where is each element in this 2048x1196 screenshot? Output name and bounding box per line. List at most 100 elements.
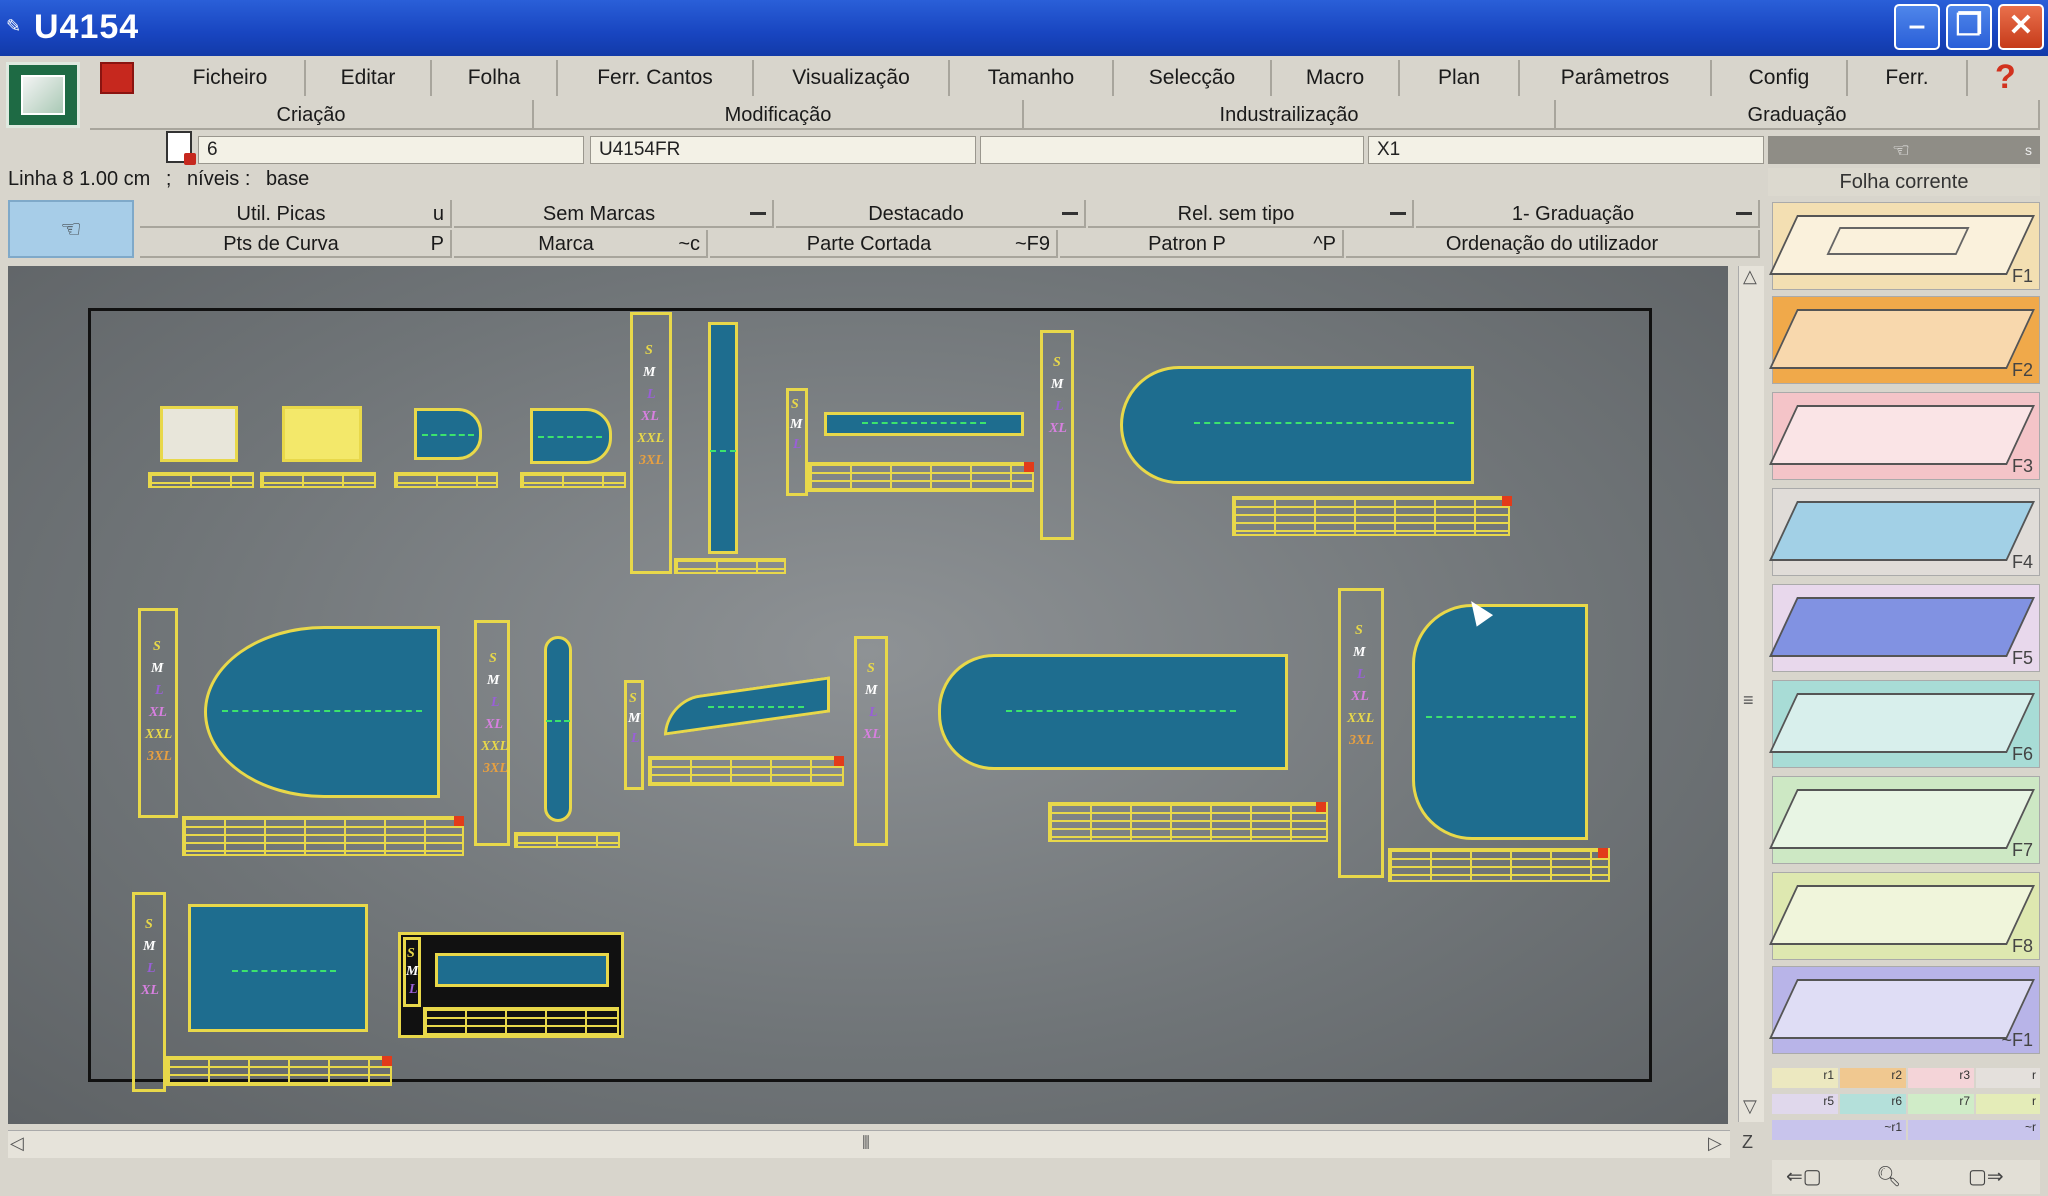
scroll-up-icon[interactable]: △ xyxy=(1743,266,1757,287)
tab-industrializacao[interactable]: Industrailização xyxy=(1024,100,1556,130)
size-l: L xyxy=(869,705,878,720)
piece-image-2[interactable] xyxy=(282,406,362,462)
menu-folha[interactable]: Folha xyxy=(432,60,558,96)
opt-rel-sem-tipo[interactable]: Rel. sem tipo xyxy=(1088,200,1414,228)
variant-field[interactable]: X1 xyxy=(1368,136,1764,164)
close-button[interactable]: ✕ xyxy=(1998,4,2044,50)
pointer-hand-icon[interactable]: ☜ xyxy=(1892,138,1910,163)
maximize-button[interactable]: ❐ xyxy=(1946,4,1992,50)
selection-tool-button[interactable]: ☜ xyxy=(8,200,134,258)
mini-cell-r5[interactable]: r5 xyxy=(1772,1094,1838,1114)
line-info: Linha 8 1.00 cm xyxy=(8,168,151,190)
scroll-right-icon[interactable]: ▷ xyxy=(1708,1133,1722,1154)
model-name-field[interactable]: U4154FR xyxy=(590,136,976,164)
pattern-canvas[interactable]: S M L XL XXL 3XL S M L S M L XL S M L XL… xyxy=(8,266,1728,1124)
menu-ferr-cantos[interactable]: Ferr. Cantos xyxy=(558,60,754,96)
zoom-label[interactable]: Z xyxy=(1742,1132,1753,1153)
piece-strip[interactable] xyxy=(708,322,738,554)
empty-field[interactable] xyxy=(980,136,1364,164)
grain-line xyxy=(546,720,570,722)
red-marker xyxy=(1598,848,1608,858)
piece-front-panel[interactable] xyxy=(1120,366,1474,484)
piece-number-field[interactable]: 6 xyxy=(198,136,584,164)
function-key-f1[interactable]: F1 xyxy=(1769,202,2040,290)
menu-seleccao[interactable]: Selecção xyxy=(1114,60,1272,96)
modify-pattern-icon xyxy=(1769,405,2035,465)
opt-util-picas[interactable]: Util. Picas u xyxy=(140,200,452,228)
minimize-button[interactable]: – xyxy=(1894,4,1940,50)
size-m: M xyxy=(865,683,878,698)
folha-corrente-label[interactable]: Folha corrente xyxy=(1768,168,2040,196)
opt-destacado[interactable]: Destacado xyxy=(776,200,1086,228)
function-key-f2[interactable]: F2 xyxy=(1769,296,2040,384)
size-s: S xyxy=(791,397,799,412)
piece-sleeve[interactable] xyxy=(204,626,440,798)
grain-line xyxy=(422,434,474,436)
red-logo-icon[interactable] xyxy=(100,62,134,94)
menu-parametros[interactable]: Parâmetros xyxy=(1520,60,1712,96)
opt-ordenacao[interactable]: Ordenação do utilizador xyxy=(1346,230,1760,258)
scroll-down-icon[interactable]: ▽ xyxy=(1743,1096,1757,1117)
mini-cell-r3[interactable]: r3 xyxy=(1908,1068,1974,1088)
zoom-icon[interactable]: 🔍︎ xyxy=(1876,1164,1901,1189)
function-key-f8[interactable]: F8 xyxy=(1769,872,2040,960)
piece-back-panel[interactable] xyxy=(938,654,1288,770)
piece-image-1[interactable] xyxy=(160,406,238,462)
function-key-f4[interactable]: F4 xyxy=(1769,488,2040,576)
menu-config[interactable]: Config xyxy=(1712,60,1848,96)
horizontal-scrollbar[interactable]: ◁ ⦀ ▷ xyxy=(8,1130,1730,1158)
piece-band[interactable] xyxy=(435,953,609,987)
piece-selected-group[interactable]: S M L xyxy=(398,932,624,1038)
grain-line xyxy=(1194,422,1454,424)
function-key-f5[interactable]: F5 xyxy=(1769,584,2040,672)
piece-cuff[interactable] xyxy=(544,636,572,822)
document-icon[interactable] xyxy=(166,131,196,165)
function-key-f3[interactable]: F3 xyxy=(1769,392,2040,480)
tab-graduacao[interactable]: Graduação xyxy=(1556,100,2040,130)
piece-yoke[interactable] xyxy=(188,904,368,1032)
menu-editar[interactable]: Editar xyxy=(306,60,432,96)
mini-cell-r4[interactable]: r xyxy=(1976,1068,2040,1088)
app-window: ✎ U4154 – ❐ ✕ Ficheiro Editar Folha Ferr… xyxy=(0,0,2048,1196)
menu-macro[interactable]: Macro xyxy=(1272,60,1400,96)
scroll-grip-icon[interactable]: ⦀ xyxy=(862,1133,870,1154)
next-sheet-icon[interactable]: ▢⇒ xyxy=(1968,1164,2004,1189)
piece-side-panel[interactable] xyxy=(1412,604,1588,840)
mini-cell-shift-r1[interactable]: ~r1 xyxy=(1772,1120,1906,1140)
menu-plan[interactable]: Plan xyxy=(1400,60,1520,96)
scroll-left-icon[interactable]: ◁ xyxy=(10,1133,24,1154)
opt-graduacao[interactable]: 1- Graduação xyxy=(1416,200,1760,228)
mini-cell-r2[interactable]: r2 xyxy=(1840,1068,1906,1088)
help-icon[interactable]: ? xyxy=(1995,58,2016,97)
app-logo-button[interactable] xyxy=(6,62,80,128)
vertical-scrollbar[interactable]: △ ≡ ▽ xyxy=(1738,266,1764,1122)
piece-table xyxy=(520,472,626,488)
opt-pts-de-curva[interactable]: Pts de Curva P xyxy=(140,230,452,258)
scroll-grip-icon[interactable]: ≡ xyxy=(1743,690,1754,711)
size-column-9: S M L XL xyxy=(132,892,166,1092)
mini-cell-r6[interactable]: r6 xyxy=(1840,1094,1906,1114)
menu-visualizacao[interactable]: Visualização xyxy=(754,60,950,96)
function-key-f6[interactable]: F6 xyxy=(1769,680,2040,768)
opt-patron-p[interactable]: Patron P ^P xyxy=(1060,230,1344,258)
menu-ferr[interactable]: Ferr. xyxy=(1848,60,1968,96)
mini-cell-r8[interactable]: r xyxy=(1976,1094,2040,1114)
function-key-shift-f1[interactable]: ~F1 xyxy=(1769,966,2040,1054)
mini-cell-r7[interactable]: r7 xyxy=(1908,1094,1974,1114)
tab-criacao[interactable]: Criação xyxy=(90,100,534,130)
opt-marca[interactable]: Marca ~c xyxy=(454,230,708,258)
mini-cell-shift-r[interactable]: ~r xyxy=(1908,1120,2040,1140)
opt-sem-marcas[interactable]: Sem Marcas xyxy=(454,200,774,228)
prev-sheet-icon[interactable]: ⇐▢ xyxy=(1786,1164,1822,1189)
menu-tamanho[interactable]: Tamanho xyxy=(950,60,1114,96)
grain-line xyxy=(862,422,986,424)
mini-cell-r1[interactable]: r1 xyxy=(1772,1068,1838,1088)
function-key-f7[interactable]: F7 xyxy=(1769,776,2040,864)
opt-parte-cortada[interactable]: Parte Cortada ~F9 xyxy=(710,230,1058,258)
size-s: S xyxy=(1355,623,1363,638)
piece-waistband[interactable] xyxy=(824,412,1024,436)
menu-ficheiro[interactable]: Ficheiro xyxy=(156,60,306,96)
size-column-8: S M L XL XXL 3XL xyxy=(1338,588,1384,878)
measurement-table-icon xyxy=(1769,885,2035,945)
tab-modificacao[interactable]: Modificação xyxy=(534,100,1024,130)
